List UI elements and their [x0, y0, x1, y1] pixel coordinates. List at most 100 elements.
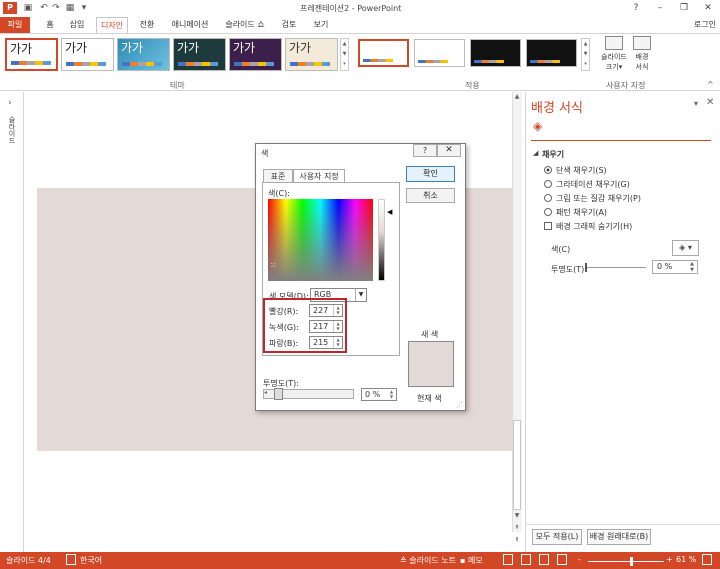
slide-sorter-icon[interactable] [521, 554, 531, 565]
tab-design[interactable]: 디자인 [96, 17, 128, 33]
zoom-slider-thumb[interactable] [630, 557, 633, 566]
slide-show-icon[interactable] [557, 554, 567, 565]
scroll-up-icon[interactable]: ▲ [513, 93, 521, 100]
fill-color-button[interactable]: ◈ ▾ [672, 240, 699, 256]
zoom-in-button[interactable]: + [666, 555, 673, 564]
theme-3[interactable]: 가가 [117, 38, 170, 71]
theme-2[interactable]: 가가 [61, 38, 114, 71]
pattern-fill-option[interactable]: 패턴 채우기(A) [544, 207, 607, 219]
tab-slide-show[interactable]: 슬라이드 쇼 [220, 17, 270, 33]
blue-input[interactable]: 215 ▲ ▼ [309, 336, 343, 349]
format-background-button[interactable]: 배경 서식 [632, 36, 652, 78]
dropdown-arrow-icon[interactable]: ▼ [355, 289, 366, 301]
notes-button[interactable]: ≙ 슬라이드 노트 [400, 555, 456, 566]
tab-review[interactable]: 검토 [274, 17, 304, 33]
solid-fill-option[interactable]: 단색 채우기(S) [544, 165, 607, 177]
color-spectrum[interactable] [268, 199, 373, 281]
scroll-down-icon[interactable]: ▼ [513, 512, 521, 519]
pane-options-icon[interactable]: ▾ [694, 99, 698, 108]
green-spinner[interactable]: ▲ ▼ [333, 321, 342, 332]
theme-office[interactable]: 가가 [5, 38, 58, 71]
gradient-fill-option[interactable]: 그라데이션 채우기(G) [544, 179, 630, 191]
variant-3[interactable] [470, 39, 521, 67]
close-button[interactable]: ✕ [696, 0, 720, 16]
restore-button[interactable]: ❐ [672, 0, 696, 16]
zoom-out-button[interactable]: - [578, 555, 581, 564]
tab-transitions[interactable]: 전환 [132, 17, 162, 33]
dialog-transparency-thumb[interactable] [274, 388, 283, 400]
variant-2[interactable] [414, 39, 465, 67]
variant-1[interactable] [358, 39, 409, 67]
help-button[interactable]: ? [624, 0, 648, 16]
tab-insert[interactable]: 삽입 [62, 17, 92, 33]
checkbox[interactable] [544, 222, 552, 230]
tab-standard[interactable]: 표준 [263, 169, 293, 183]
ok-button[interactable]: 확인 [406, 166, 455, 182]
apply-to-all-button[interactable]: 모두 적용(L) [532, 529, 582, 545]
slide-size-button[interactable]: 슬라이드 크기▾ [598, 36, 630, 78]
normal-view-icon[interactable] [503, 554, 513, 565]
theme-4[interactable]: 가가 [173, 38, 226, 71]
dialog-help-button[interactable]: ? [413, 144, 437, 157]
blue-spinner[interactable]: ▲ ▼ [333, 337, 342, 348]
theme-gallery-scroll[interactable]: ▲ ▼ ▾ [340, 38, 349, 71]
resize-grip-icon[interactable]: ⋰ [456, 401, 463, 409]
transparency-slider[interactable] [586, 267, 646, 268]
green-input[interactable]: 217 ▲ ▼ [309, 320, 343, 333]
more-icon[interactable]: ▾ [341, 59, 348, 69]
red-spinner[interactable]: ▲ ▼ [333, 305, 342, 316]
next-slide-icon[interactable]: ⇟ [513, 536, 521, 543]
previous-slide-icon[interactable]: ⇞ [513, 524, 521, 531]
start-from-beginning-icon[interactable]: ▦ [64, 2, 76, 14]
radio-button[interactable] [544, 208, 552, 216]
scroll-up-icon[interactable]: ▲ [341, 39, 348, 49]
hide-background-graphics[interactable]: 배경 그래픽 숨기기(H) [544, 221, 632, 233]
scroll-down-icon[interactable]: ▼ [341, 49, 348, 59]
red-input[interactable]: 227 ▲ ▼ [309, 304, 343, 317]
dialog-transparency-spinner[interactable]: ▲ ▼ [387, 389, 396, 400]
collapse-section-icon[interactable]: ◢ [533, 149, 538, 157]
cancel-button[interactable]: 취소 [406, 188, 455, 203]
thumbnail-pane-label[interactable]: 슬라이드 [7, 116, 17, 144]
luminance-arrow-icon[interactable]: ◀ [387, 208, 392, 216]
customize-icon[interactable]: ▾ [78, 2, 90, 14]
luminance-bar[interactable] [378, 199, 385, 281]
transparency-slider-thumb[interactable] [585, 263, 587, 272]
picture-fill-option[interactable]: 그림 또는 질감 채우기(P) [544, 193, 641, 205]
redo-icon[interactable]: ↷ [50, 2, 62, 14]
sign-in-link[interactable]: 로그인 [694, 19, 716, 30]
zoom-level[interactable]: 61 % [676, 555, 696, 564]
theme-6[interactable]: 가가 [285, 38, 338, 71]
language-indicator[interactable]: 한국어 [80, 555, 102, 566]
scroll-down-icon[interactable]: ▼ [582, 49, 589, 59]
tab-animations[interactable]: 애니메이션 [166, 17, 214, 33]
spelling-icon[interactable] [66, 554, 76, 565]
variant-gallery-scroll[interactable]: ▲ ▼ ▾ [581, 38, 590, 71]
fill-section-header[interactable]: 채우기 [542, 149, 564, 160]
slider-left-arrow-icon[interactable]: ◂ [264, 389, 267, 396]
variant-4[interactable] [526, 39, 577, 67]
scrollbar-thumb[interactable] [513, 420, 521, 510]
zoom-slider[interactable] [588, 561, 664, 562]
transparency-spinner[interactable]: ▲ ▼ [687, 261, 697, 273]
pane-close-icon[interactable]: ✕ [706, 97, 714, 108]
save-icon[interactable]: ▣ [22, 2, 34, 14]
more-icon[interactable]: ▾ [582, 59, 589, 69]
expand-pane-icon[interactable]: › [8, 98, 12, 108]
dialog-close-button[interactable]: ✕ [437, 144, 461, 157]
comments-button[interactable]: ▪ 메모 [460, 555, 483, 566]
reset-background-button[interactable]: 배경 원래대로(B) [587, 529, 651, 545]
radio-button[interactable] [544, 166, 552, 174]
theme-5[interactable]: 가가 [229, 38, 282, 71]
undo-icon[interactable]: ↶ [38, 2, 50, 14]
reading-view-icon[interactable] [539, 554, 549, 565]
fit-slide-icon[interactable] [702, 554, 712, 565]
radio-button[interactable] [544, 194, 552, 202]
minimize-button[interactable]: – [648, 0, 672, 16]
tab-home[interactable]: 홈 [38, 17, 62, 33]
tab-file[interactable]: 파일 [0, 17, 30, 33]
scroll-up-icon[interactable]: ▲ [582, 39, 589, 49]
fill-bucket-icon[interactable]: ◈ [533, 119, 549, 133]
collapse-ribbon-icon[interactable]: ^ [707, 80, 714, 89]
tab-view[interactable]: 보기 [306, 17, 336, 33]
